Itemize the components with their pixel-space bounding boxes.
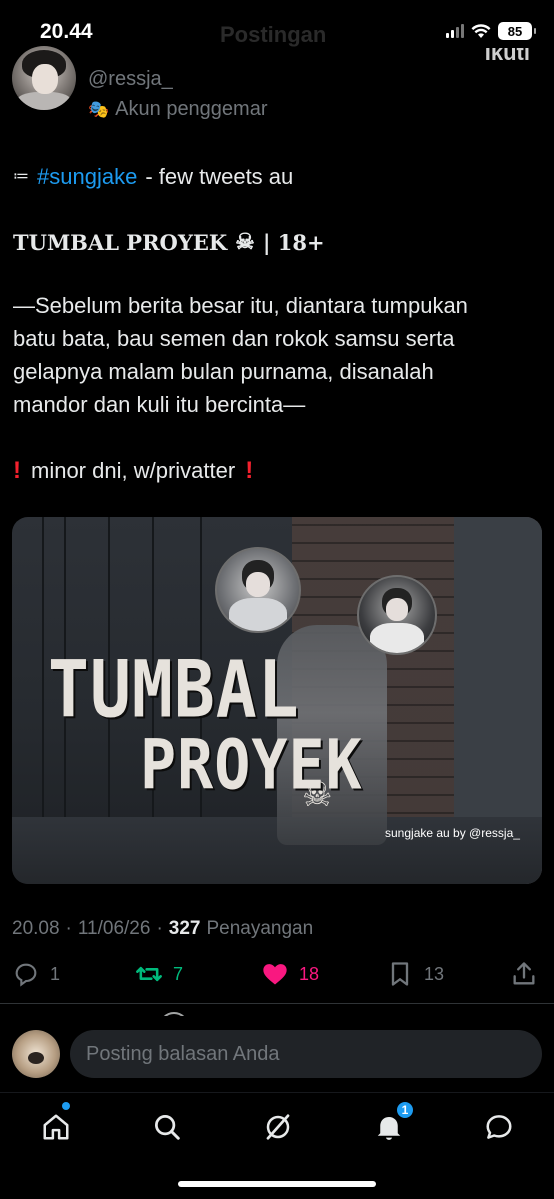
background-follow-label: Ikuti: [484, 48, 530, 65]
bookmark-icon: [391, 962, 409, 986]
status-icons: 85: [446, 22, 536, 40]
bookmark-count: 13: [424, 963, 445, 984]
notifications-badge: 1: [395, 1100, 415, 1120]
tweet-meta: 20.08 · 11/06/26 · 327 Penayangan: [12, 918, 314, 939]
share-icon: [513, 962, 535, 985]
repost-button[interactable]: 7: [135, 960, 183, 988]
tweet-intro-rest: - few tweets au: [145, 164, 294, 189]
tweet-title: TUMBAL PROYEK: [13, 230, 228, 255]
battery-indicator: 85: [498, 22, 536, 40]
hashtag-link[interactable]: #sungjake: [37, 160, 137, 193]
tweet-body-line: gelapnya malam bulan purnama, disanalah: [13, 359, 434, 384]
tweet-text: ≔ #sungjake - few tweets au TUMBAL PROYE…: [13, 160, 543, 487]
wifi-icon: [471, 24, 491, 38]
like-button[interactable]: 18: [261, 960, 319, 988]
reply-input[interactable]: Posting balasan Anda: [70, 1030, 542, 1078]
repost-icon: [136, 966, 162, 982]
tab-home[interactable]: [36, 1107, 76, 1147]
actions-divider: [0, 1003, 554, 1004]
tab-messages[interactable]: [479, 1107, 519, 1147]
view-label: Penayangan: [206, 918, 314, 939]
view-count: 327: [168, 918, 201, 939]
share-button[interactable]: [510, 960, 538, 988]
fan-account-label: 🎭 Akun penggemar: [88, 98, 268, 121]
fan-account-text: Akun penggemar: [115, 98, 268, 120]
reply-count: 1: [50, 963, 61, 984]
tweet-time: 20.08: [12, 918, 60, 939]
repost-count: 7: [173, 963, 184, 984]
tweet-body: —Sebelum berita besar itu, diantara tump…: [13, 289, 543, 421]
tweet-warning: ! minor dni, w/privatter !: [13, 454, 543, 487]
reply-bar: Posting balasan Anda: [0, 1016, 554, 1092]
author-handle[interactable]: @ressja_: [88, 68, 173, 91]
tab-grok[interactable]: [258, 1107, 298, 1147]
grok-icon: [266, 1114, 290, 1140]
background-page-title: Postingan: [220, 22, 327, 47]
poster-skull-icon: ☠: [302, 776, 333, 814]
skull-icon: ☠: [235, 229, 255, 255]
tweet-date: 11/06/26: [77, 918, 151, 939]
tweet-media-image[interactable]: TUMBAL PROYEK ☠ sungjake au by @ressja_: [12, 517, 542, 884]
tweet-body-line: batu bata, bau semen dan rokok samsu ser…: [13, 326, 455, 351]
character-portrait-2: [357, 575, 437, 655]
tweet-title-line: TUMBAL PROYEK ☠ | 18+: [13, 226, 543, 259]
mask-icon: 🎭: [88, 99, 110, 119]
tweet-actions: 1 7 18 13: [12, 960, 542, 994]
exclamation-icon: !: [13, 457, 21, 484]
home-indicator[interactable]: [178, 1181, 376, 1187]
tab-search[interactable]: [147, 1107, 187, 1147]
home-unread-dot: [62, 1102, 70, 1110]
current-user-avatar[interactable]: [12, 1030, 60, 1078]
poster-credit: sungjake au by @ressja_: [385, 826, 520, 840]
status-time: 20.44: [40, 20, 93, 43]
tweet-body-line: —Sebelum berita besar itu, diantara tump…: [13, 293, 468, 318]
search-icon: [155, 1115, 180, 1140]
tweet-body-line: mandor dan kuli itu bercinta—: [13, 392, 306, 417]
like-count: 18: [299, 963, 320, 984]
character-portrait-1: [215, 547, 301, 633]
exclamation-icon: !: [245, 457, 254, 484]
cellular-signal-icon: [446, 24, 464, 38]
bookmark-button[interactable]: 13: [386, 960, 444, 988]
poster-title-line-1: TUMBAL: [48, 645, 300, 736]
author-avatar[interactable]: [12, 46, 76, 110]
tweet-title-suffix: | 18+: [262, 230, 325, 255]
status-bar: 20.44 Postingan Ikuti 85: [0, 0, 554, 64]
reply-button[interactable]: 1: [12, 960, 60, 988]
reply-icon: [15, 963, 37, 987]
heart-icon: [263, 964, 287, 985]
message-icon: [486, 1115, 512, 1139]
tweet-intro: ≔ #sungjake - few tweets au: [13, 160, 543, 193]
home-icon: [43, 1114, 69, 1140]
tweet-warning-text: minor dni, w/privatter: [31, 458, 236, 483]
list-glyph-icon: ≔: [13, 168, 29, 185]
